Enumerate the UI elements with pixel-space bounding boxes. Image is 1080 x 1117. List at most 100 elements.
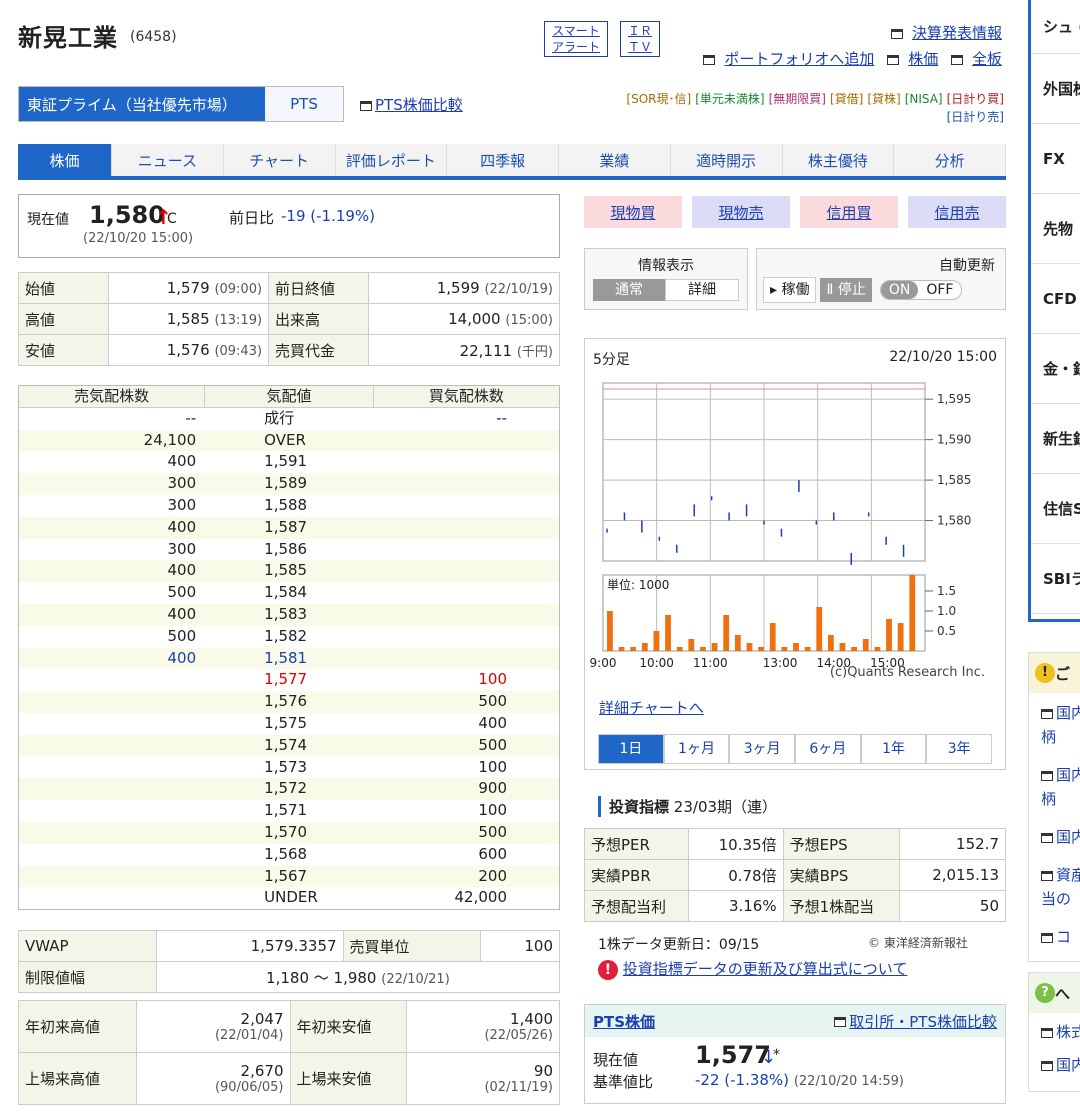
display-normal-button[interactable]: 通常 [593, 279, 665, 301]
display-detail-button[interactable]: 詳細 [665, 279, 739, 301]
sidebar-item[interactable]: 外国株 信用の [1031, 54, 1080, 124]
volume-bar [781, 647, 788, 651]
kabuka-link[interactable]: 株価 [908, 50, 938, 68]
tab-shikiho[interactable]: 四季報 [447, 144, 559, 176]
period-1y[interactable]: 1年 [860, 734, 927, 764]
period-6m[interactable]: 6ヶ月 [795, 734, 861, 764]
order-book-row: 300 1,589 [19, 473, 559, 495]
ir-tv-button[interactable]: ＩＲ ＴＶ [620, 21, 660, 57]
tab-disclosure[interactable]: 適時開示 [670, 144, 783, 176]
shinyo-sell-button[interactable]: 信用売 [908, 196, 1006, 228]
volume-bar [711, 643, 718, 651]
smart-alert-button[interactable]: スマート アラート [544, 21, 608, 57]
zenban-link[interactable]: 全板 [972, 50, 1002, 68]
alert-icon: ! [598, 959, 618, 980]
help-link[interactable]: 株式 [1029, 1013, 1080, 1046]
order-book-row: 400 1,581 [19, 647, 559, 670]
notice-link[interactable]: 国内 柄 [1029, 755, 1080, 817]
sidebar-item[interactable]: 先物 [1031, 194, 1080, 264]
price-tick-label: 1,590 [937, 433, 971, 447]
genbutsu-buy-button[interactable]: 現物買 [584, 196, 682, 228]
volume-bar [804, 647, 811, 651]
order-book-row: 400 1,587 [19, 516, 559, 539]
indicator-note-link[interactable]: 投資指標データの更新及び算出式について [623, 960, 908, 978]
main-tabs: 株価 ニュース チャート 評価レポート 四季報 業績 適時開示 株主優待 分析 [18, 144, 1006, 180]
notice-icon: ! [1035, 663, 1055, 683]
tab-news[interactable]: ニュース [112, 144, 224, 176]
volume-bar [793, 643, 799, 651]
period-1m[interactable]: 1ヶ月 [663, 734, 730, 764]
stop-button[interactable]: Ⅱ 停止 [820, 278, 872, 302]
sidebar-item[interactable]: SBIラ [1031, 544, 1080, 614]
order-book-row: 1,574 500 [19, 734, 559, 757]
window-icon [1041, 870, 1053, 881]
volume-tick-label: 1.0 [937, 604, 956, 618]
order-book-row: 400 1,591 [167, 452, 308, 471]
portfolio-icon [703, 54, 716, 65]
notice-link[interactable]: 国内 [1029, 817, 1080, 855]
order-book-row: 300 1,588 [167, 495, 308, 514]
notice-panel: ! ご国内 柄国内 柄国内 資産 当のコ [1028, 652, 1080, 962]
pts-panel: PTS株価 取引所・PTS株価比較 現在値 1,577 ↓ * 基準値比 -22… [584, 1004, 1006, 1104]
volume-bar [851, 647, 858, 651]
sidebar-item[interactable]: CFD (くり [1031, 264, 1080, 334]
notice-link[interactable]: 国内 柄 [1029, 693, 1080, 755]
market-tokyo-prime[interactable]: 東証プライム（当社優先市場） [19, 87, 265, 121]
portfolio-link[interactable]: ポートフォリオへ追加 [724, 50, 874, 68]
auto-update-panel: 自動更新 ▸ 稼働 Ⅱ 停止 ON OFF [756, 248, 1006, 310]
yearly-row: 上場来高値 2,670 (90/06/05) 上場来安値 90 (02/11/19) [18, 1052, 560, 1105]
run-button[interactable]: ▸ 稼働 [763, 277, 817, 303]
kessan-link[interactable]: 決算発表情報 [912, 24, 1002, 42]
auto-update-toggle[interactable]: ON OFF [879, 280, 963, 300]
period-3m[interactable]: 3ヶ月 [729, 734, 796, 764]
sidebar-item[interactable]: 金・銀 [1031, 334, 1080, 404]
price-tick-label: 1,595 [937, 392, 971, 406]
volume-bar [688, 639, 695, 651]
yearly-row: 年初来高値 2,047 (22/01/04) 年初来安値 1,400 (22/05/26) [18, 1000, 560, 1053]
tab-kabuka[interactable]: 株価 [18, 144, 112, 176]
sidebar-item[interactable]: シュ (未成 [1031, 0, 1080, 54]
pts-price: 1,577 [695, 1041, 771, 1069]
stock-name: 新晃工業 [18, 24, 118, 52]
right-sidebar: シュ (未成外国株 信用のFX先物CFD (くり金・銀新生銀住信SSBIラ [1028, 0, 1080, 622]
trade-buttons: 現物買 現物売 信用買 信用売 [584, 196, 1006, 228]
pts-title-link[interactable]: PTS株価 [593, 1011, 655, 1032]
calendar-icon [890, 28, 903, 39]
tab-report[interactable]: 評価レポート [335, 144, 448, 176]
window-icon [1041, 832, 1053, 843]
indicators-table: 予想PER 10.35倍 予想EPS 152.7 実績PBR 0.78倍 実績BPS 2,01… [584, 828, 1007, 922]
ohlc-table: 始値 1,579 (09:00) 前日終値 1,599 (22/10/19) 高値 1,5… [18, 272, 560, 366]
window-icon [1041, 770, 1053, 781]
shinyo-buy-button[interactable]: 信用買 [800, 196, 898, 228]
period-1d[interactable]: 1日 [598, 734, 664, 764]
market-pts[interactable]: PTS [265, 87, 343, 121]
volume-bar [653, 631, 660, 651]
indicator-row: 予想配当利 3.16% 予想1株配当 50 [584, 890, 1007, 922]
notice-link[interactable]: 資産 当の [1029, 855, 1080, 917]
window-icon [1041, 708, 1053, 719]
tab-chart[interactable]: チャート [223, 144, 336, 176]
time-tick-label: 13:00 [763, 656, 798, 670]
volume-tick-label: 0.5 [937, 624, 956, 638]
price-volume-chart: 1,595 1,590 1,585 1,580 1.5 1.0 0.5 単位: 1000 9:0… [590, 382, 971, 670]
sidebar-item[interactable]: 新生銀 [1031, 404, 1080, 474]
sidebar-item[interactable]: 住信S [1031, 474, 1080, 544]
vwap-table: VWAP 1,579.3357 売買単位 100 制限値幅 1,180 ～ 1,980 … [18, 930, 561, 993]
indicators-title: 投資指標 23/03期（連） [598, 796, 777, 817]
help-link[interactable]: 国内 [1029, 1046, 1080, 1079]
tab-yutai[interactable]: 株主優待 [782, 144, 895, 176]
tab-analysis[interactable]: 分析 [894, 144, 1006, 176]
sidebar-item[interactable]: FX [1031, 124, 1080, 194]
period-3y[interactable]: 3年 [926, 734, 993, 764]
pts-compare-link[interactable]: PTS株価比較 [375, 96, 463, 114]
tab-gyoseki[interactable]: 業績 [559, 144, 671, 176]
detail-chart-link[interactable]: 詳細チャートへ [599, 697, 704, 718]
help-icon: ? [1035, 983, 1055, 1003]
pts-compare-link2[interactable]: 取引所・PTS株価比較 [849, 1013, 997, 1031]
volume-bar [607, 611, 613, 651]
ohlc-row: 始値 1,579 (09:00) 前日終値 1,599 (22/10/19) [18, 272, 560, 304]
order-book-row: 1,570 500 [19, 821, 559, 844]
notice-link[interactable]: コ [1029, 917, 1080, 955]
genbutsu-sell-button[interactable]: 現物売 [692, 196, 790, 228]
order-book-row: 500 1,582 [167, 626, 308, 645]
